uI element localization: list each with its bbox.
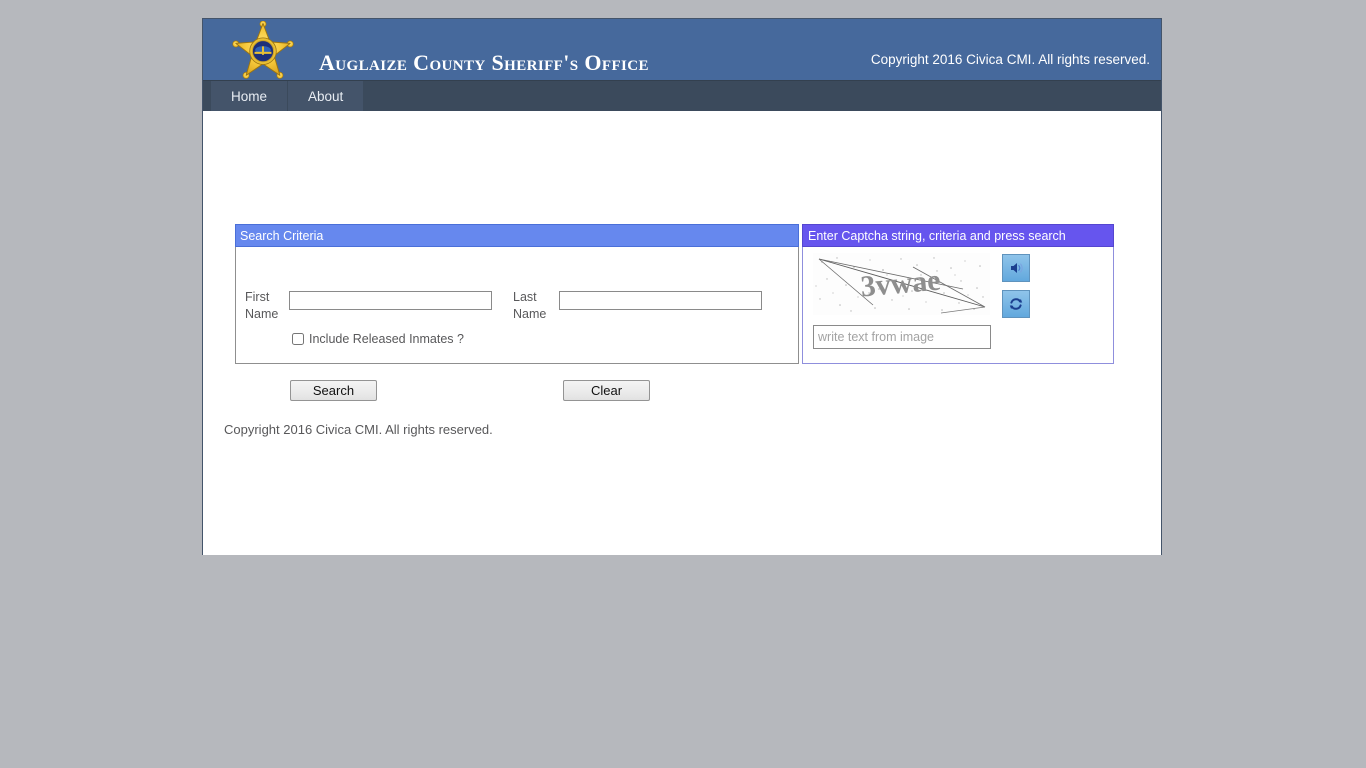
last-name-input[interactable]: [559, 291, 762, 310]
captcha-text: 3vwae: [859, 264, 942, 304]
clear-button[interactable]: Clear: [563, 380, 650, 401]
nav-item-about[interactable]: About: [288, 81, 365, 111]
page-container: Auglaize County Sheriff's Office Copyrig…: [202, 18, 1162, 555]
search-criteria-panel: Search Criteria First Name Last Name Inc…: [235, 224, 799, 401]
captcha-panel-body: 3vwae: [802, 247, 1114, 364]
first-name-input[interactable]: [289, 291, 492, 310]
header-copyright: Copyright 2016 Civica CMI. All rights re…: [870, 52, 1150, 67]
captcha-refresh-button[interactable]: [1002, 290, 1030, 318]
captcha-audio-button[interactable]: [1002, 254, 1030, 282]
include-released-checkbox[interactable]: [292, 333, 304, 345]
captcha-panel: Enter Captcha string, criteria and press…: [802, 224, 1114, 364]
nav-item-home[interactable]: Home: [211, 81, 289, 111]
main-navigation: Home About: [203, 80, 1161, 111]
captcha-image: 3vwae: [813, 253, 990, 315]
content-area: Search Criteria First Name Last Name Inc…: [203, 111, 1161, 555]
include-released-label[interactable]: Include Released Inmates ?: [309, 332, 464, 346]
captcha-input[interactable]: [813, 325, 991, 349]
sheriff-star-badge-icon: [231, 20, 295, 79]
search-criteria-title: Search Criteria: [235, 224, 799, 247]
site-title: Auglaize County Sheriff's Office: [319, 50, 649, 75]
search-button[interactable]: Search: [290, 380, 377, 401]
last-name-label: Last Name: [513, 290, 547, 321]
site-header: Auglaize County Sheriff's Office Copyrig…: [203, 19, 1161, 80]
footer-copyright: Copyright 2016 Civica CMI. All rights re…: [224, 422, 493, 437]
captcha-panel-title: Enter Captcha string, criteria and press…: [802, 224, 1114, 247]
refresh-icon: [1009, 298, 1023, 310]
first-name-label: First Name: [245, 290, 279, 321]
search-criteria-body: First Name Last Name Include Released In…: [235, 247, 799, 401]
speaker-icon: [1011, 263, 1023, 273]
include-released-row: Include Released Inmates ?: [292, 332, 464, 346]
